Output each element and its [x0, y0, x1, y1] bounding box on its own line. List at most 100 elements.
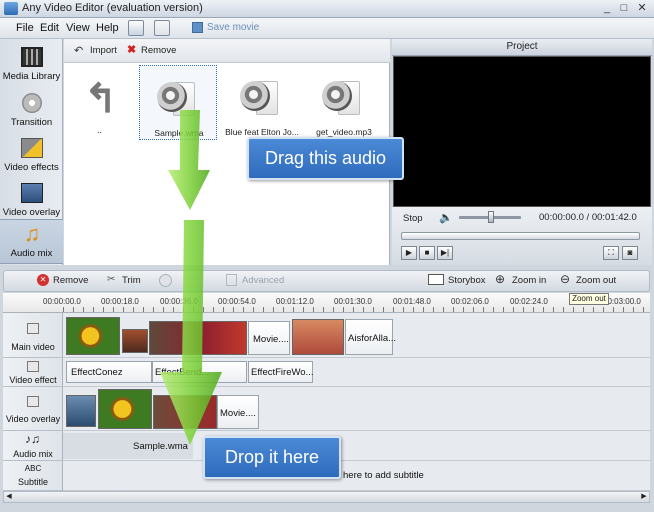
tick-label: 00:01:12.0: [276, 297, 314, 306]
menu-edit[interactable]: Edit: [40, 22, 59, 34]
sidebar-item-transition[interactable]: Transition: [0, 89, 63, 134]
clip-movie[interactable]: Movie....: [248, 321, 290, 355]
effect-icon: [27, 361, 39, 372]
camera-snapshot-icon[interactable]: ◙: [622, 246, 638, 260]
timeline-toolbar: ✕ Remove ✂ Trim Advanced Storybox ⊕ Zoom…: [3, 270, 650, 292]
transition-disc-icon: [22, 93, 42, 113]
sidebar-item-video-overlay[interactable]: Video overlay: [0, 179, 63, 224]
remove-x-icon: ✖: [127, 44, 137, 56]
zoom-out-icon: ⊖: [560, 272, 571, 286]
library-toolbar: ↶ Import ✖ Remove: [64, 39, 390, 63]
track-header-main-video: Main video: [3, 313, 63, 358]
overlay-thumbnail-flower[interactable]: [98, 389, 152, 429]
sidebar-item-audio-mix[interactable]: ♫ Audio mix: [0, 219, 63, 264]
zoom-in-icon: ⊕: [495, 272, 506, 286]
stop-label: Stop: [403, 213, 423, 224]
folder-up-item[interactable]: ↰: [82, 77, 122, 123]
subtitle-abc-icon: ABC: [24, 464, 42, 473]
clip-label: EffectFireWo...: [251, 367, 314, 378]
fullscreen-icon[interactable]: ⛶: [603, 246, 619, 260]
scroll-left-arrow-icon[interactable]: ◀: [4, 492, 14, 502]
screen-capture-icon[interactable]: [128, 20, 144, 36]
remove-button[interactable]: Remove: [141, 45, 176, 56]
horizontal-scrollbar[interactable]: ◀ ▶: [3, 491, 650, 503]
time-readout: 00:00:00.0 / 00:01:42.0: [539, 212, 637, 223]
sidebar-item-label: Transition: [10, 117, 53, 128]
monitor-icon[interactable]: [154, 20, 170, 36]
preview-screen: [393, 56, 651, 207]
app-icon: [4, 2, 18, 15]
folder-up-label: ..: [97, 125, 103, 135]
sidebar-item-label: Video overlay: [2, 207, 61, 218]
next-frame-button[interactable]: ▶|: [437, 246, 453, 260]
sidebar-item-media-library[interactable]: Media Library: [0, 43, 63, 88]
film-strip-icon: [27, 323, 39, 334]
tick-label: 00:01:48.0: [393, 297, 431, 306]
clip-thumbnail-orange[interactable]: [292, 319, 344, 355]
tick-label: 00:00:00.0: [43, 297, 81, 306]
sidebar-item-label: Audio mix: [10, 248, 53, 259]
timeline-remove-button[interactable]: Remove: [53, 275, 88, 286]
zoom-out-button[interactable]: Zoom out: [576, 275, 616, 286]
import-arrow-icon: ↶: [74, 45, 84, 57]
track-label: Audio mix: [13, 449, 53, 459]
clip-aisforalla[interactable]: AisforAlla...: [345, 319, 396, 355]
tick-label: 00:02:24.0: [510, 297, 548, 306]
track-header-subtitle: ABC Subtitle: [3, 461, 63, 491]
audio-file-icon: [320, 75, 364, 125]
track-subtitle[interactable]: here to add subtitle: [63, 461, 650, 491]
track-header-audio-mix: ♪♫ Audio mix: [3, 431, 63, 461]
volume-icon[interactable]: 🔈: [439, 211, 453, 224]
back-arrow-icon: ↰: [84, 77, 118, 121]
drag-drop-arrow: [160, 110, 222, 445]
play-button[interactable]: ▶: [401, 246, 417, 260]
trim-scissors-icon: ✂: [107, 274, 116, 285]
stop-button[interactable]: ■: [419, 246, 435, 260]
tick-label: 00:02:06.0: [451, 297, 489, 306]
seek-bar[interactable]: [401, 232, 640, 240]
sidebar-item-label: Media Library: [2, 71, 61, 82]
remove-icon: ✕: [37, 274, 49, 286]
save-disk-icon[interactable]: [192, 22, 203, 33]
timeline-ruler[interactable]: 00:00:00.0 00:00:18.0 00:00:36.0 00:00:5…: [3, 293, 650, 313]
clip-thumbnail-small[interactable]: [122, 329, 148, 353]
track-header-video-overlay: Video overlay: [3, 387, 63, 431]
subtitle-hint: here to add subtitle: [343, 470, 424, 481]
menu-view[interactable]: View: [66, 22, 90, 34]
overlay-thumbnail-blue[interactable]: [66, 395, 96, 427]
zoom-in-button[interactable]: Zoom in: [512, 275, 546, 286]
menu-file[interactable]: File: [16, 22, 34, 34]
scroll-right-arrow-icon[interactable]: ▶: [639, 492, 649, 502]
track-label: Video effect: [9, 375, 57, 385]
video-overlay-icon: [21, 183, 43, 203]
effect-clip-firework[interactable]: EffectFireWo...: [248, 361, 313, 383]
storybox-button[interactable]: Storybox: [448, 275, 486, 286]
clip-label: Movie....: [253, 334, 289, 345]
project-header: Project: [392, 39, 652, 56]
menu-help[interactable]: Help: [96, 22, 119, 34]
overlay-icon: [27, 396, 39, 407]
clip-thumbnail-flower[interactable]: [66, 317, 120, 355]
menu-bar: File Edit View Help Save movie: [0, 18, 654, 39]
sidebar-item-video-effects[interactable]: Video effects: [0, 134, 63, 179]
save-movie-button[interactable]: Save movie: [207, 22, 259, 33]
import-button[interactable]: Import: [90, 45, 117, 56]
music-note-icon: ♫: [23, 221, 41, 246]
file-item-get-video-mp3[interactable]: get_video.mp3: [305, 65, 383, 140]
volume-slider-thumb[interactable]: [488, 211, 494, 223]
file-name: get_video.mp3: [316, 127, 372, 137]
tick-label: 00:01:30.0: [334, 297, 372, 306]
effect-clip-conez[interactable]: EffectConez: [66, 361, 152, 383]
video-effects-star-icon: [21, 138, 43, 158]
zoom-out-tooltip: Zoom out: [569, 293, 609, 305]
minimize-button[interactable]: _: [600, 2, 614, 15]
maximize-button[interactable]: □: [617, 2, 631, 15]
track-label: Video overlay: [5, 414, 61, 424]
trim-button[interactable]: Trim: [122, 275, 141, 286]
window-title: Any Video Editor (evaluation version): [22, 2, 203, 14]
close-button[interactable]: ✕: [635, 2, 649, 15]
tick-label: 00:00:18.0: [101, 297, 139, 306]
music-notes-icon: ♪♫: [25, 432, 40, 446]
clip-label: EffectConez: [71, 367, 123, 378]
track-label: Main video: [11, 342, 55, 352]
